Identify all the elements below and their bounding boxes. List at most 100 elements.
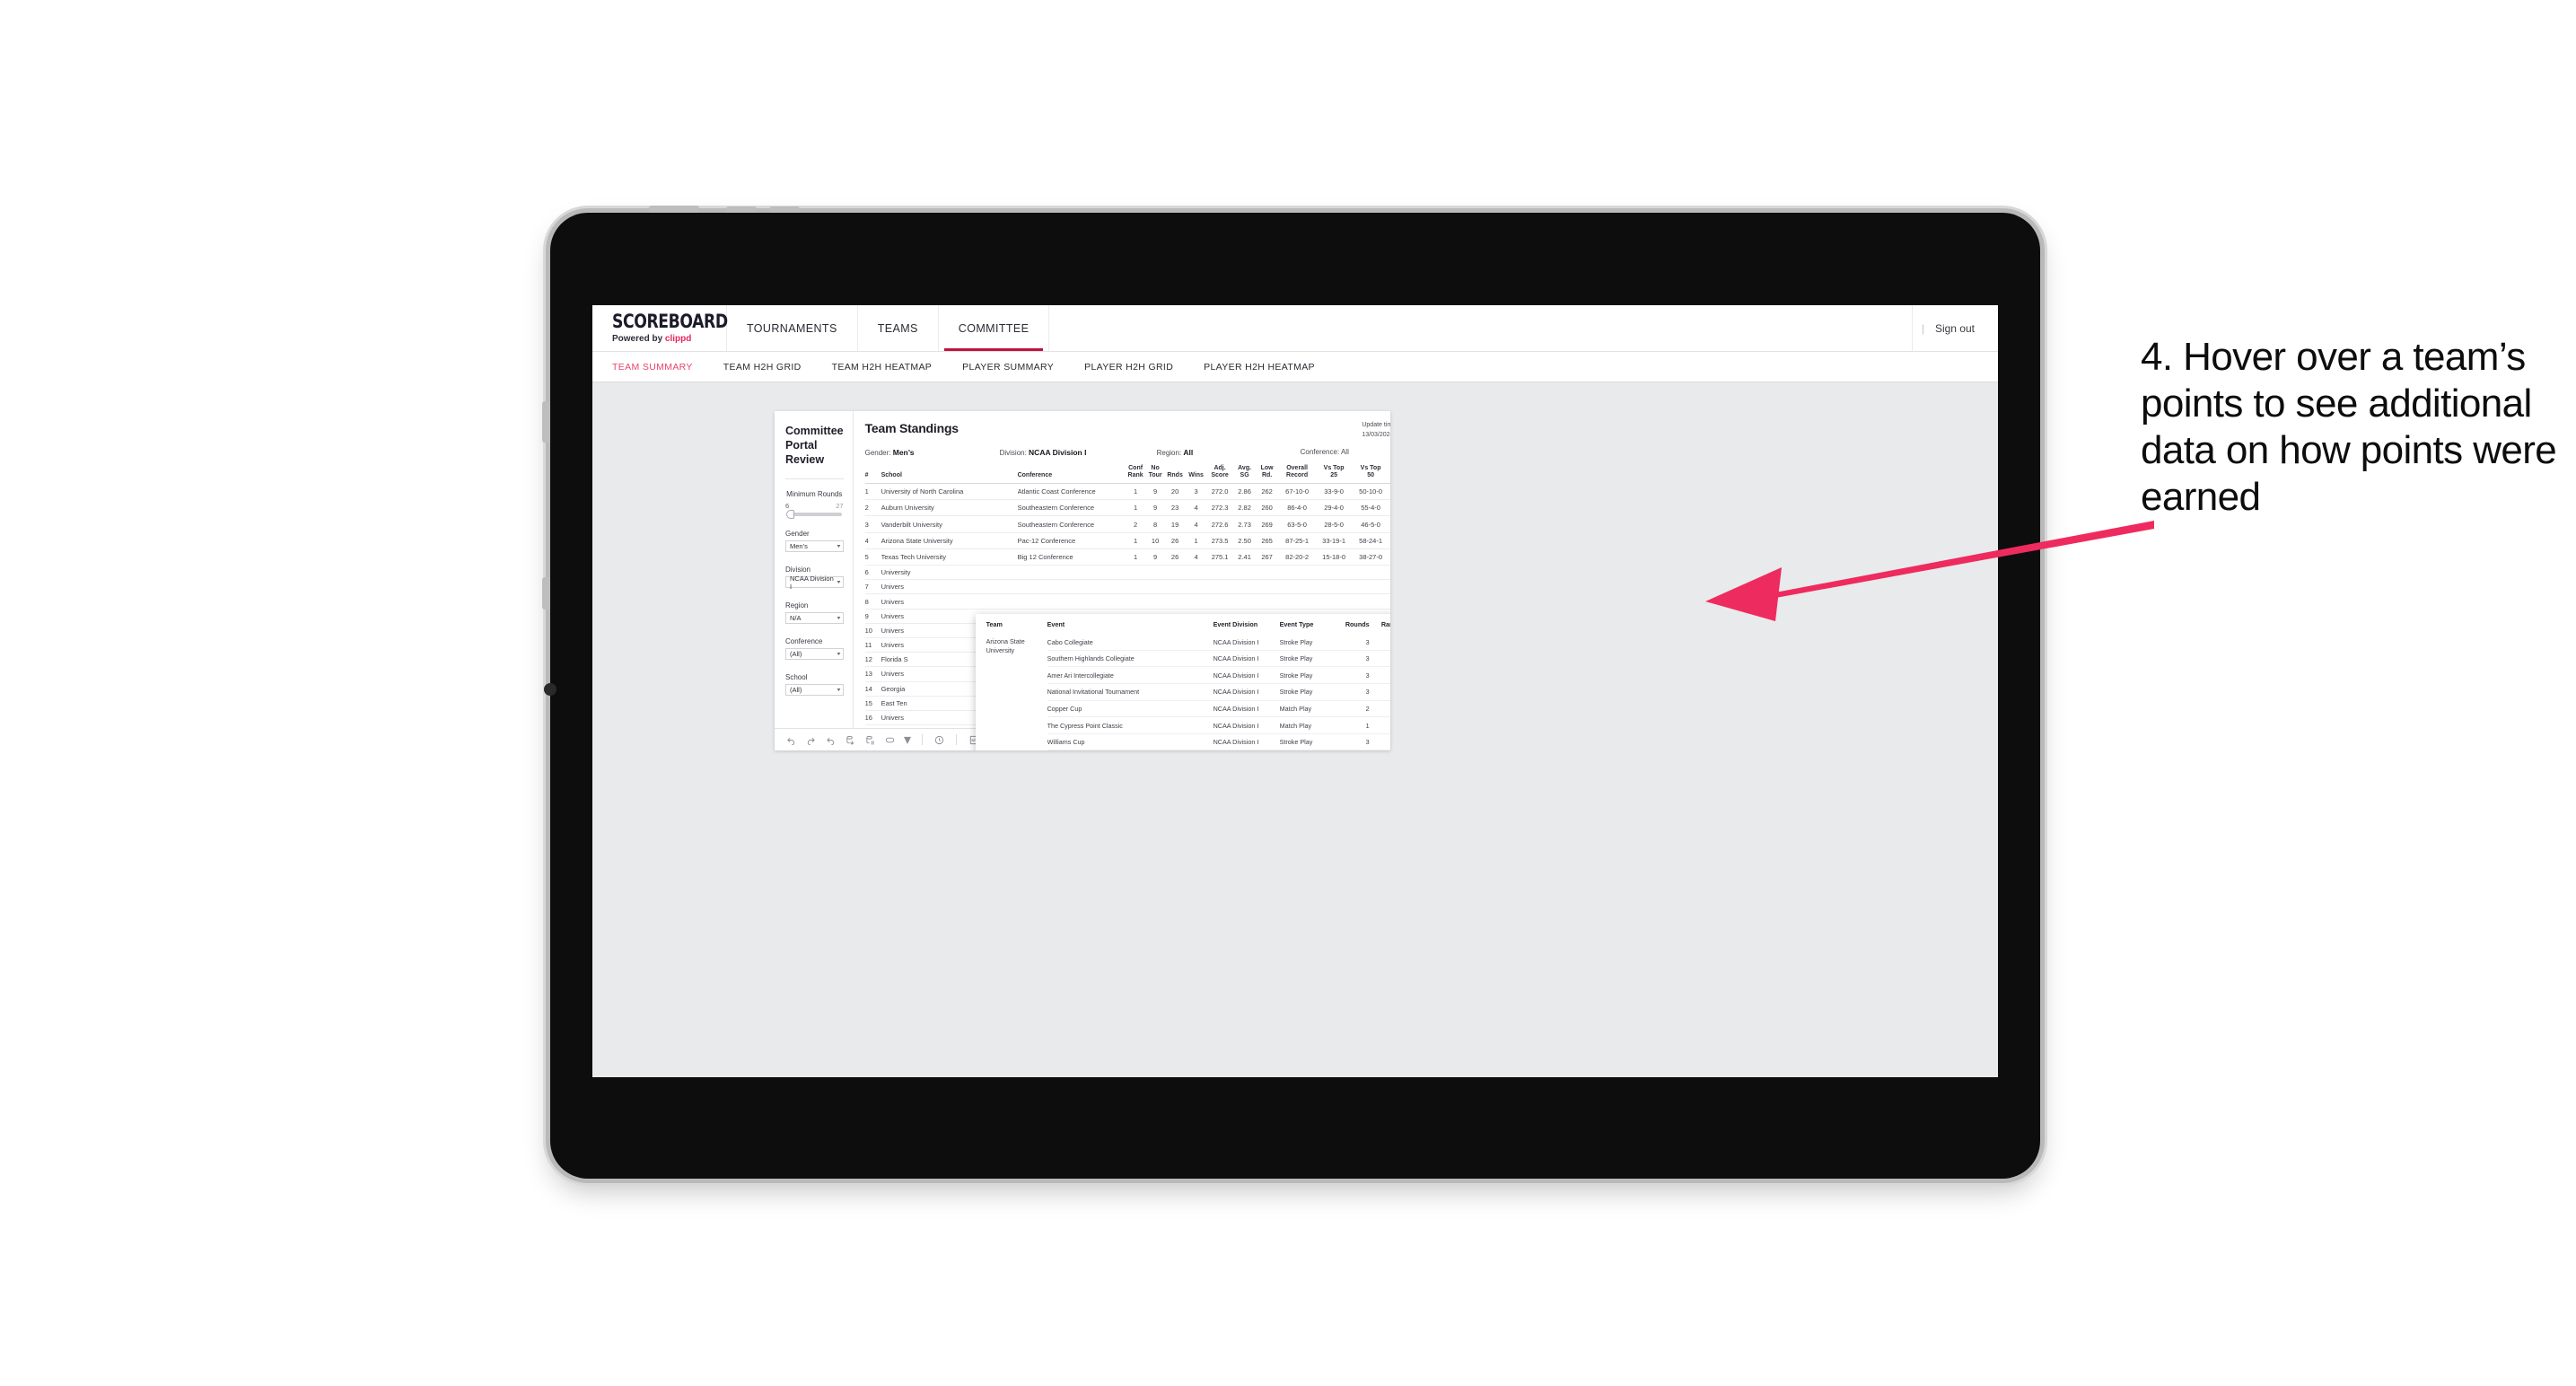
tooltip-rank-impact-cell: + 1 xyxy=(1369,634,1390,651)
update-time-label: Update time: xyxy=(1362,422,1390,428)
col-wins-l1: Wins xyxy=(1188,472,1204,479)
shape-icon[interactable] xyxy=(884,734,896,746)
tooltip-rounds-cell: 3 xyxy=(1336,683,1370,701)
filter-region-select[interactable]: N/A ▾ xyxy=(785,612,844,624)
col-rank[interactable]: # xyxy=(864,465,881,485)
sign-out-button[interactable]: Sign out xyxy=(1935,322,1975,335)
table-row[interactable]: 8 Univers xyxy=(864,593,1390,610)
tooltip-event-cell: National Invitational Tournament xyxy=(1047,683,1214,701)
col-conference[interactable]: Conference xyxy=(1017,465,1126,485)
table-row[interactable]: 4 Arizona State University Pac-12 Conferen… xyxy=(864,532,1390,549)
shape-dropdown-caret[interactable]: ▾ xyxy=(904,732,911,748)
col-school[interactable]: School xyxy=(881,465,1018,485)
table-row[interactable]: 2 Auburn University Southeastern Conferenc… xyxy=(864,499,1390,517)
filter-minimum-rounds: Minimum Rounds 6 27 xyxy=(785,490,844,519)
vs-top-50-cell: 46-5-0 xyxy=(1351,515,1390,533)
table-row[interactable]: 3 Vanderbilt University Southeastern Confe… xyxy=(864,515,1390,533)
brand-logo[interactable]: SCOREBOARD Powered by clippd xyxy=(592,305,728,351)
volume-down-button[interactable] xyxy=(769,206,800,213)
undo-icon[interactable] xyxy=(785,734,797,746)
filter-gender: Gender Men’s ▾ xyxy=(785,530,844,552)
col-school-l1: School xyxy=(881,472,902,479)
vs-top-50-cell: 58-24-1 xyxy=(1351,532,1390,549)
tab-player-h2h-heatmap[interactable]: PLAYER H2H HEATMAP xyxy=(1204,362,1315,373)
rnds-cell: 26 xyxy=(1164,548,1186,566)
side-button-lower[interactable] xyxy=(542,577,550,610)
tooltip-col-event-type: Event Type xyxy=(1279,620,1314,628)
update-time-value: 13/03/2024 10:03:42 xyxy=(1362,431,1390,438)
table-row[interactable]: 1 University of North Carolina Atlantic Co… xyxy=(864,483,1390,501)
min-rounds-values: 6 27 xyxy=(785,502,844,510)
rank-cell: 10 xyxy=(864,623,881,638)
refresh-data-icon[interactable] xyxy=(845,734,856,746)
filter-gender-select[interactable]: Men’s ▾ xyxy=(785,540,844,552)
col-conf-rank[interactable]: Conf Rank xyxy=(1125,465,1146,485)
tab-team-summary[interactable]: TEAM SUMMARY xyxy=(612,362,693,373)
summary-division: Division: NCAA Division I xyxy=(1000,448,1157,457)
col-wins[interactable]: Wins xyxy=(1185,465,1207,485)
tooltip-row: Copper CupNCAA Division IMatch Play2+ 14… xyxy=(986,700,1390,718)
adj-score-cell xyxy=(1206,579,1233,595)
col-low-rd[interactable]: Low Rd. xyxy=(1256,465,1278,485)
school-cell: Vanderbilt University xyxy=(881,515,1018,533)
filter-division-value: NCAA Division I xyxy=(790,574,834,591)
rnds-cell: 20 xyxy=(1164,483,1186,501)
col-rnds[interactable]: Rnds xyxy=(1164,465,1186,485)
tooltip-event-cell: Southern Highlands Collegiate xyxy=(1047,650,1214,668)
tab-player-summary[interactable]: PLAYER SUMMARY xyxy=(962,362,1054,373)
overall-record-cell xyxy=(1277,565,1317,581)
table-row[interactable]: 5 Texas Tech University Big 12 Conference 1… xyxy=(864,548,1390,566)
no-tour-cell: 9 xyxy=(1145,483,1165,501)
conf-rank-cell: 1 xyxy=(1125,532,1146,549)
min-rounds-low: 6 xyxy=(785,502,790,510)
tab-player-h2h-grid[interactable]: PLAYER H2H GRID xyxy=(1084,362,1173,373)
col-vs-top-50[interactable]: Vs Top 50 xyxy=(1351,465,1390,485)
alerts-icon[interactable] xyxy=(933,734,945,746)
side-button-upper[interactable] xyxy=(542,401,550,443)
col-vs-top-25[interactable]: Vs Top 25 xyxy=(1316,465,1352,485)
filter-school: School (All) ▾ xyxy=(785,673,844,696)
min-rounds-slider[interactable] xyxy=(786,510,842,519)
tooltip-header-row: Team Event Event Division Event Type Rou… xyxy=(986,620,1390,634)
col-avg-sg[interactable]: Avg. SG xyxy=(1232,465,1257,485)
revert-icon[interactable] xyxy=(825,734,837,746)
avg-sg-cell: 2.73 xyxy=(1232,515,1257,533)
volume-up-button[interactable] xyxy=(726,206,757,213)
filter-conference-select[interactable]: (All) ▾ xyxy=(785,648,844,660)
rank-cell: 7 xyxy=(864,579,881,595)
redo-icon[interactable] xyxy=(805,734,817,746)
col-overall-record[interactable]: Overall Record xyxy=(1277,465,1317,485)
tab-team-h2h-grid[interactable]: TEAM H2H GRID xyxy=(723,362,802,373)
table-row[interactable]: 7 Univers xyxy=(864,579,1390,595)
col-avg-sg-l1: Avg. xyxy=(1238,465,1252,471)
pause-updates-icon[interactable] xyxy=(864,734,876,746)
summary-gender-label: Gender: xyxy=(864,449,893,457)
avg-sg-cell: 2.41 xyxy=(1232,548,1257,566)
conf-rank-cell: 1 xyxy=(1125,548,1146,566)
adj-score-cell: 272.3 xyxy=(1206,499,1233,517)
col-no-tour[interactable]: No Tour xyxy=(1145,465,1165,485)
school-cell: Arizona State University xyxy=(881,532,1018,549)
vs-top-50-cell: 50-10-0 xyxy=(1351,483,1390,501)
table-row[interactable]: 6 University xyxy=(864,565,1390,581)
min-rounds-slider-handle[interactable] xyxy=(786,510,794,519)
filter-division-select[interactable]: NCAA Division I ▾ xyxy=(785,574,844,591)
overall-record-cell: 63-5-0 xyxy=(1277,515,1317,533)
brand-sub-strong: clippd xyxy=(664,334,692,344)
nav-item-committee[interactable]: COMMITTEE xyxy=(939,305,1050,351)
tooltip-rounds-cell: 2 xyxy=(1336,700,1370,718)
power-button[interactable] xyxy=(649,206,699,213)
nav-item-teams[interactable]: TEAMS xyxy=(858,305,939,351)
filter-panel: Committee Portal Review Minimum Rounds 6… xyxy=(775,411,854,750)
low-rd-cell: 269 xyxy=(1256,515,1278,533)
update-time-box: Update time: 13/03/2024 10:03:42 xyxy=(1362,421,1390,440)
avg-sg-cell: 2.82 xyxy=(1232,499,1257,517)
summary-conference-label: Conference: xyxy=(1300,448,1341,456)
col-low-rd-l1: Low xyxy=(1260,465,1274,471)
nav-item-tournaments[interactable]: TOURNAMENTS xyxy=(727,305,858,351)
filter-school-select[interactable]: (All) ▾ xyxy=(785,684,844,696)
tab-team-h2h-heatmap[interactable]: TEAM H2H HEATMAP xyxy=(832,362,933,373)
col-adj-score[interactable]: Adj. Score xyxy=(1206,465,1233,485)
conference-cell xyxy=(1017,579,1126,595)
rnds-cell xyxy=(1164,579,1186,595)
